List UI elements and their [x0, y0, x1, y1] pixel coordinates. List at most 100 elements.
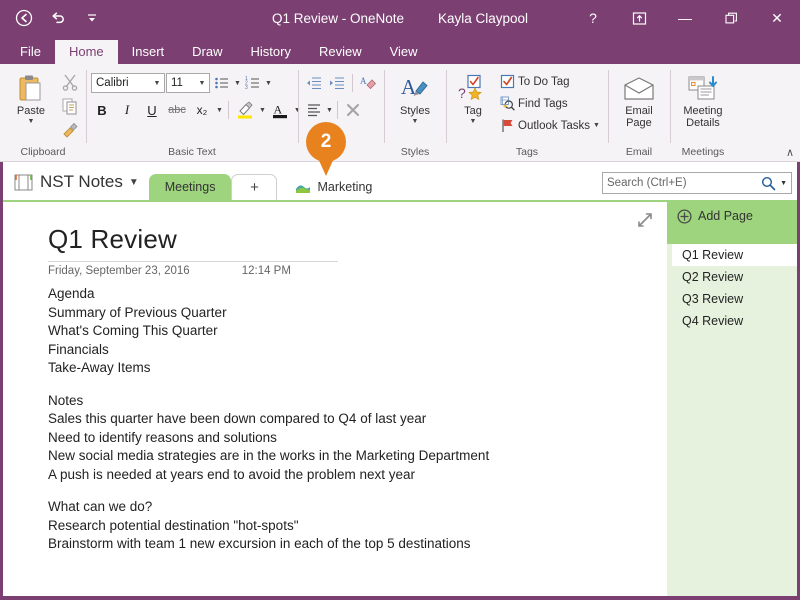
bold-button[interactable]: B	[91, 99, 113, 121]
minimize-button[interactable]: —	[662, 0, 708, 36]
account-user-name[interactable]: Kayla Claypool	[438, 11, 528, 26]
font-name-value: Calibri	[96, 77, 129, 89]
font-size-select[interactable]: 11 ▼	[166, 73, 210, 93]
tab-history[interactable]: History	[237, 40, 305, 64]
tag-icon: ?	[456, 72, 490, 106]
expand-page-icon[interactable]	[637, 212, 653, 233]
basic-text-group-label: Basic Text	[168, 146, 216, 158]
format-painter-icon[interactable]	[59, 119, 81, 141]
search-chevron-down-icon[interactable]: ▼	[776, 180, 787, 187]
section-group-marketing[interactable]: Marketing	[277, 180, 382, 200]
italic-button[interactable]: I	[116, 99, 138, 121]
close-button[interactable]: ✕	[754, 0, 800, 36]
paste-dropdown-caret[interactable]: ▼	[28, 118, 35, 125]
increase-indent-icon[interactable]	[326, 72, 348, 94]
notebook-chevron-down-icon[interactable]: ▼	[129, 177, 139, 188]
undo-icon[interactable]	[46, 6, 70, 30]
tab-home[interactable]: Home	[54, 40, 118, 64]
find-tags-button[interactable]: Find Tags	[497, 94, 603, 113]
quick-access-dropdown-icon[interactable]	[80, 6, 104, 30]
restore-button[interactable]	[708, 0, 754, 36]
note-line: Take-Away Items	[48, 360, 151, 375]
tab-insert[interactable]: Insert	[118, 40, 179, 64]
highlight-color-icon[interactable]	[234, 99, 256, 121]
paragraph-alignment-icon[interactable]	[303, 99, 325, 121]
meeting-details-button[interactable]: Meeting Details	[675, 69, 731, 129]
tag-button[interactable]: ? Tag ▼	[451, 69, 495, 125]
highlight-dropdown-caret[interactable]: ▼	[259, 107, 266, 114]
tab-file[interactable]: File	[6, 40, 55, 64]
find-tags-label: Find Tags	[518, 97, 568, 110]
tab-draw[interactable]: Draw	[178, 40, 236, 64]
cut-icon[interactable]	[59, 71, 81, 93]
add-page-button[interactable]: Add Page	[667, 202, 800, 230]
tab-view[interactable]: View	[376, 40, 432, 64]
page-item-q3[interactable]: Q3 Review	[667, 288, 800, 310]
email-page-button[interactable]: Email Page	[613, 69, 665, 129]
subscript-dropdown-caret[interactable]: ▼	[216, 107, 223, 114]
todo-tag-button[interactable]: To Do Tag	[497, 72, 603, 91]
paste-button[interactable]: Paste ▼	[5, 69, 57, 125]
strikethrough-button[interactable]: abc	[166, 99, 188, 121]
chevron-down-icon[interactable]: ▼	[150, 80, 164, 87]
divider	[352, 74, 353, 92]
ribbon-group-styles: A Styles ▼ Styles	[384, 64, 446, 161]
window-left-frame	[0, 162, 3, 600]
note-block-notes[interactable]: Notes Sales this quarter have been down …	[48, 392, 667, 499]
copy-icon[interactable]	[59, 95, 81, 117]
help-button[interactable]: ?	[570, 0, 616, 36]
note-block-agenda[interactable]: Agenda Summary of Previous Quarter What'…	[48, 285, 667, 392]
chevron-down-icon[interactable]: ▼	[195, 80, 209, 87]
align-dropdown-caret[interactable]: ▼	[326, 107, 333, 114]
notebook-name: NST Notes	[40, 172, 123, 191]
notebook-selector[interactable]: NST Notes ▼	[0, 172, 149, 200]
ribbon-display-options-icon[interactable]	[616, 0, 662, 36]
decrease-indent-icon[interactable]	[303, 72, 325, 94]
styles-eraser-icon[interactable]: A	[357, 72, 379, 94]
page-content[interactable]: Q1 Review Friday, September 23, 2016 12:…	[0, 202, 667, 568]
page-item-q1[interactable]: Q1 Review	[667, 244, 800, 266]
page-timestamp: Friday, September 23, 2016 12:14 PM	[48, 265, 667, 285]
note-line: A push is needed at years end to avoid t…	[48, 466, 415, 482]
font-name-select[interactable]: Calibri ▼	[91, 73, 165, 93]
note-line: Brainstorm with team 1 new excursion in …	[48, 536, 471, 551]
divider	[336, 101, 338, 119]
back-circle-icon[interactable]	[12, 6, 36, 30]
styles-button[interactable]: A Styles ▼	[389, 69, 441, 125]
note-block-actions[interactable]: What can we do? Research potential desti…	[48, 498, 667, 568]
page-date: Friday, September 23, 2016	[48, 265, 190, 277]
section-tab-meetings[interactable]: Meetings	[148, 174, 232, 200]
tab-review[interactable]: Review	[305, 40, 376, 64]
page-title[interactable]: Q1 Review	[48, 224, 667, 255]
collapse-ribbon-button[interactable]: ∧	[786, 146, 794, 159]
outlook-tasks-dropdown-caret[interactable]: ▼	[593, 122, 600, 129]
page-canvas[interactable]: Q1 Review Friday, September 23, 2016 12:…	[0, 202, 667, 596]
envelope-icon	[622, 72, 656, 106]
outlook-tasks-button[interactable]: Outlook Tasks ▼	[497, 116, 603, 135]
title-divider	[48, 261, 338, 262]
styles-icon: A	[399, 72, 431, 106]
font-color-icon[interactable]: A	[269, 99, 291, 121]
note-line: Financials	[48, 341, 109, 357]
divider	[227, 101, 229, 119]
bullets-dropdown-caret[interactable]: ▼	[234, 80, 241, 87]
underline-button[interactable]: U	[141, 99, 163, 121]
indent-row: A	[303, 72, 379, 94]
email-group-label: Email	[625, 146, 653, 158]
search-box[interactable]: ▼	[602, 172, 792, 194]
page-item-q4[interactable]: Q4 Review	[667, 310, 800, 332]
clear-formatting-icon[interactable]	[342, 99, 364, 121]
subscript-button[interactable]: x₂	[191, 99, 213, 121]
add-page-icon	[677, 208, 692, 224]
styles-dropdown-caret[interactable]: ▼	[412, 118, 419, 125]
add-section-button[interactable]: +	[231, 174, 278, 200]
tag-dropdown-caret[interactable]: ▼	[470, 118, 477, 125]
ribbon-group-meetings: Meeting Details Meetings	[669, 64, 736, 161]
section-bar: NST Notes ▼ Meetings + Marketing ▼	[0, 162, 800, 200]
numbering-icon[interactable]: 123	[242, 72, 264, 94]
search-input[interactable]	[607, 177, 762, 189]
page-list-spacer	[667, 230, 800, 244]
bullets-icon[interactable]	[211, 72, 233, 94]
page-item-q2[interactable]: Q2 Review	[667, 266, 800, 288]
numbering-dropdown-caret[interactable]: ▼	[265, 80, 272, 87]
